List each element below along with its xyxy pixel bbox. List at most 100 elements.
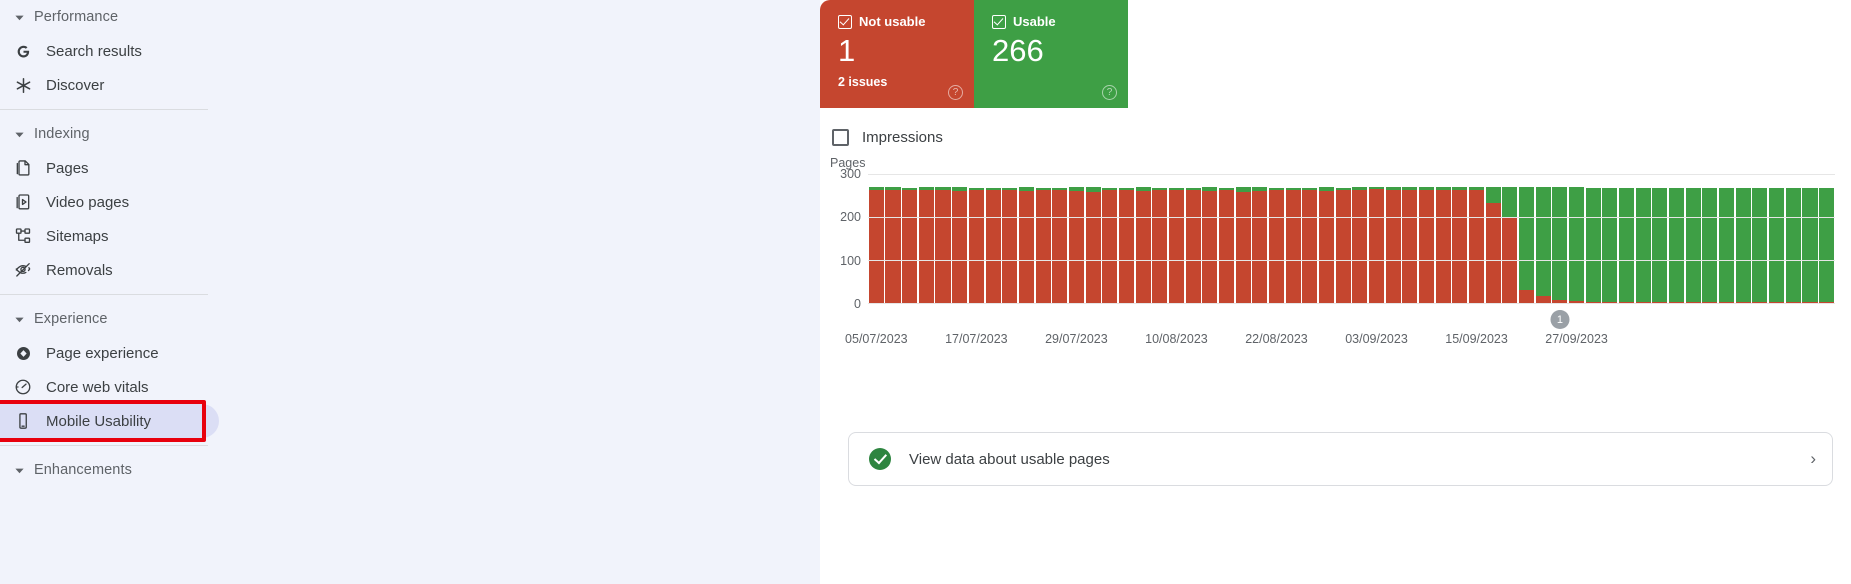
chart-bar[interactable] [1502, 174, 1518, 303]
chart-bar[interactable] [1619, 174, 1635, 303]
sidebar-item-page-experience[interactable]: Page experience [0, 336, 248, 370]
status-card-checkbox[interactable] [838, 14, 852, 29]
chart-bar[interactable] [968, 174, 984, 303]
status-card-usable[interactable]: Usable 266? [974, 0, 1128, 108]
sidebar-item-search-results[interactable]: Search results [0, 34, 248, 68]
sidebar-section-experience[interactable]: Experience [0, 302, 248, 336]
bar-segment-not-usable [1302, 190, 1318, 303]
caret-down-icon[interactable] [10, 125, 28, 143]
caret-down-icon[interactable] [10, 310, 28, 328]
chart-bar[interactable] [1468, 174, 1485, 303]
chart-bar[interactable] [952, 174, 968, 303]
chart-bar[interactable] [1702, 174, 1718, 303]
chart-bar[interactable] [1402, 174, 1418, 303]
chart-bar[interactable] [1585, 174, 1601, 303]
chart-bar[interactable] [1218, 174, 1234, 303]
sidebar-item-core-web-vitals[interactable]: Core web vitals [0, 370, 248, 404]
chart-bar[interactable] [1368, 174, 1385, 303]
caret-down-icon[interactable] [10, 461, 28, 479]
chart-bar[interactable] [1202, 174, 1218, 303]
chart-bar[interactable] [1335, 174, 1351, 303]
chart-bar[interactable] [985, 174, 1001, 303]
chart-bar[interactable] [1035, 174, 1051, 303]
chart-bar[interactable] [1018, 174, 1034, 303]
chart-bar[interactable] [1785, 174, 1801, 303]
chevron-right-icon[interactable]: › [1810, 449, 1816, 469]
view-usable-pages-card[interactable]: View data about usable pages › [848, 432, 1833, 486]
chart-bar[interactable] [1685, 174, 1701, 303]
chart-bar[interactable] [1135, 174, 1151, 303]
chart-bar[interactable] [935, 174, 951, 303]
chart-bar[interactable] [1602, 174, 1618, 303]
bar-segment-not-usable [1519, 290, 1535, 303]
caret-down-icon[interactable] [10, 8, 28, 26]
impressions-legend-toggle[interactable]: Impressions [832, 122, 1851, 152]
chart-bar[interactable] [1669, 174, 1685, 303]
chart-bar[interactable] [1102, 174, 1118, 303]
bar-segment-not-usable [935, 189, 951, 303]
sidebar-section-performance[interactable]: Performance [0, 0, 248, 34]
chart-bar[interactable] [1302, 174, 1318, 303]
chart-bar[interactable] [1735, 174, 1751, 303]
sidebar-section-indexing[interactable]: Indexing [0, 117, 248, 151]
chart-bar[interactable] [1152, 174, 1168, 303]
status-card-header[interactable]: Usable [992, 14, 1112, 29]
chart-bar[interactable] [1519, 174, 1535, 303]
chart-bar[interactable] [1185, 174, 1201, 303]
help-icon[interactable]: ? [948, 85, 963, 100]
x-axis-tick: 05/07/2023 [845, 332, 908, 346]
chart-bar[interactable] [1068, 174, 1084, 303]
sidebar-item-pages[interactable]: Pages [0, 151, 248, 185]
chart-bar[interactable] [1235, 174, 1251, 303]
chart-bar[interactable] [1002, 174, 1018, 303]
impressions-checkbox[interactable] [832, 128, 849, 146]
status-card-not-usable[interactable]: Not usable 1 2 issues? [820, 0, 974, 108]
chart-bar[interactable] [1352, 174, 1368, 303]
chart-bar[interactable] [1268, 174, 1284, 303]
chart-bar[interactable] [1752, 174, 1768, 303]
chart-bar[interactable] [1635, 174, 1651, 303]
bar-segment-usable [1802, 188, 1818, 303]
x-axis-tick: 22/08/2023 [1245, 332, 1308, 346]
chart-bar[interactable] [1819, 174, 1835, 303]
chart-bar[interactable] [918, 174, 934, 303]
chart-bar[interactable] [1385, 174, 1401, 303]
chart-bar[interactable] [1569, 174, 1585, 303]
chart-bar[interactable] [1769, 174, 1785, 303]
chart-bar[interactable] [1285, 174, 1301, 303]
chart-annotation-badge[interactable]: 1 [1550, 310, 1570, 329]
bar-segment-not-usable [1452, 189, 1468, 303]
sidebar-item-sitemaps[interactable]: Sitemaps [0, 219, 248, 253]
chart-bar[interactable] [885, 174, 901, 303]
x-axis-tick: 15/09/2023 [1445, 332, 1508, 346]
chart-bar[interactable] [1485, 174, 1501, 303]
chart-bar[interactable] [1552, 174, 1568, 303]
chart-bar[interactable] [1052, 174, 1068, 303]
bar-segment-usable [1602, 188, 1618, 303]
sidebar-section-enhancements[interactable]: Enhancements [0, 453, 248, 487]
chart-bar[interactable] [902, 174, 918, 303]
chart-bar[interactable] [1085, 174, 1101, 303]
view-usable-pages-label: View data about usable pages [909, 450, 1110, 468]
status-card-checkbox[interactable] [992, 14, 1006, 29]
chart-bar[interactable] [1418, 174, 1435, 303]
sidebar-divider [0, 294, 208, 295]
chart-bar[interactable] [1802, 174, 1818, 303]
help-icon[interactable]: ? [1102, 85, 1117, 100]
chart-bar[interactable] [1452, 174, 1468, 303]
chart-bar[interactable] [1535, 174, 1551, 303]
chart-bar[interactable] [1435, 174, 1451, 303]
chart-bar[interactable] [868, 174, 884, 303]
y-axis-tick: 200 [840, 210, 861, 225]
chart-bar[interactable] [1118, 174, 1134, 303]
chart-bar[interactable] [1719, 174, 1735, 303]
chart-bar[interactable] [1252, 174, 1268, 303]
chart-bar[interactable] [1318, 174, 1335, 303]
chart-bar[interactable] [1168, 174, 1184, 303]
sidebar-item-removals[interactable]: Removals [0, 253, 248, 287]
sidebar-item-mobile-usability[interactable]: Mobile Usability [0, 404, 219, 438]
chart-bar[interactable] [1652, 174, 1668, 303]
sidebar-item-discover[interactable]: Discover [0, 68, 248, 102]
sidebar-item-video-pages[interactable]: Video pages [0, 185, 248, 219]
status-card-header[interactable]: Not usable [838, 14, 958, 29]
